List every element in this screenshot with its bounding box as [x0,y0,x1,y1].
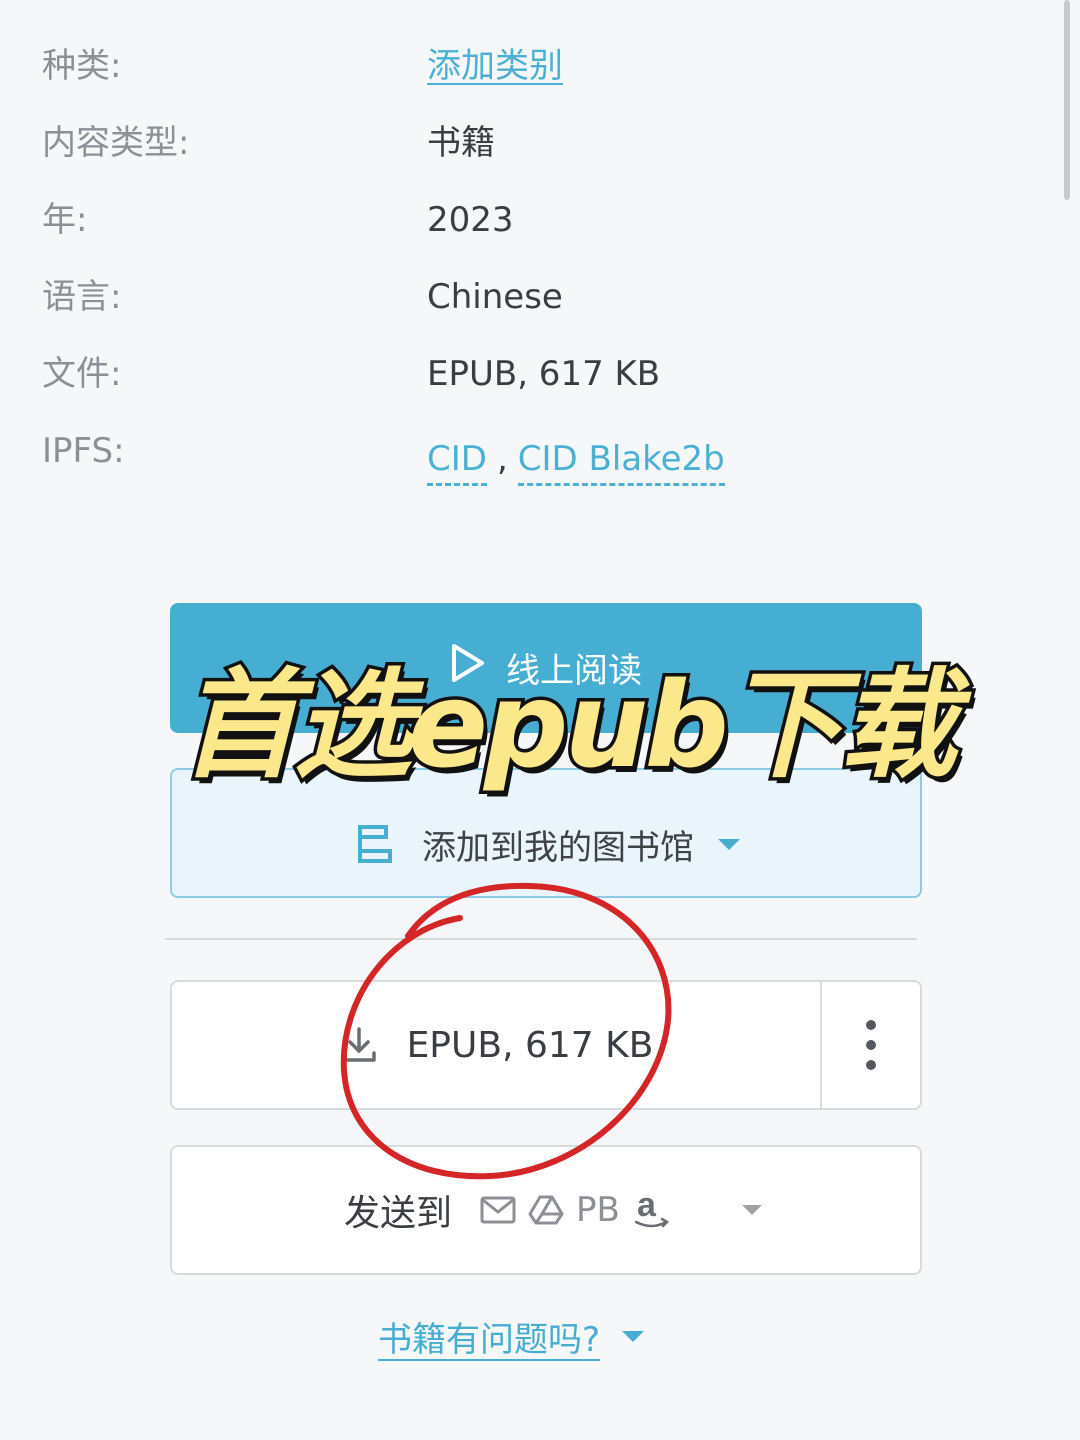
chevron-down-icon[interactable] [718,838,740,850]
download-icon [341,1027,376,1062]
more-dot-icon [866,1040,876,1050]
detail-row-ipfs: IPFS: CID, CID Blake2b [42,421,942,491]
content-type-label: 内容类型: [42,123,190,163]
svg-text:a: a [637,1188,657,1224]
detail-row-year: 年: 2023 [42,190,942,250]
report-problem-label: 书籍有问题吗? [378,1320,601,1360]
scrollbar[interactable] [1064,0,1070,200]
language-label: 语言: [42,277,122,317]
email-icon [480,1196,516,1224]
more-dot-icon [866,1060,876,1070]
detail-row-content-type: 内容类型: 书籍 [42,113,942,173]
language-value: Chinese [427,277,563,317]
send-target-icons: PB a [480,1188,672,1232]
cid-link[interactable]: CID [427,437,487,486]
add-category-link[interactable]: 添加类别 [427,36,563,96]
overlay-caption: 首选epub下载 [177,653,961,798]
file-label: 文件: [42,354,122,394]
chevron-down-icon [622,1331,645,1342]
report-problem-link[interactable]: 书籍有问题吗? [378,1312,645,1361]
library-icon [358,825,392,863]
more-options-button[interactable] [820,982,920,1108]
content-type-value: 书籍 [427,123,495,163]
file-value: EPUB, 617 KB [427,354,661,394]
send-to-label: 发送到 [344,1193,453,1234]
add-to-library-label: 添加到我的图书馆 [422,827,694,868]
ipfs-links: CID, CID Blake2b [427,429,725,489]
category-label: 种类: [42,46,122,86]
more-dot-icon [866,1020,876,1030]
pocketbook-icon: PB [576,1190,620,1230]
cid-blake2b-link[interactable]: CID Blake2b [517,437,725,486]
detail-row-language: 语言: Chinese [42,267,942,327]
divider [165,938,917,940]
download-epub-button[interactable]: EPUB, 617 KB [172,982,820,1108]
download-button-group: EPUB, 617 KB [170,980,922,1110]
send-to-button[interactable]: 发送到 PB a [170,1145,922,1275]
ipfs-label: IPFS: [42,431,125,471]
year-value: 2023 [427,200,514,240]
detail-row-category: 种类: 添加类别 [42,36,942,96]
year-label: 年: [42,200,88,240]
chevron-down-icon[interactable] [741,1205,762,1215]
detail-row-file: 文件: EPUB, 617 KB [42,344,942,404]
ipfs-separator: , [496,439,508,479]
download-label: EPUB, 617 KB [406,1024,654,1066]
google-drive-icon [528,1195,564,1225]
amazon-icon: a [634,1188,669,1228]
